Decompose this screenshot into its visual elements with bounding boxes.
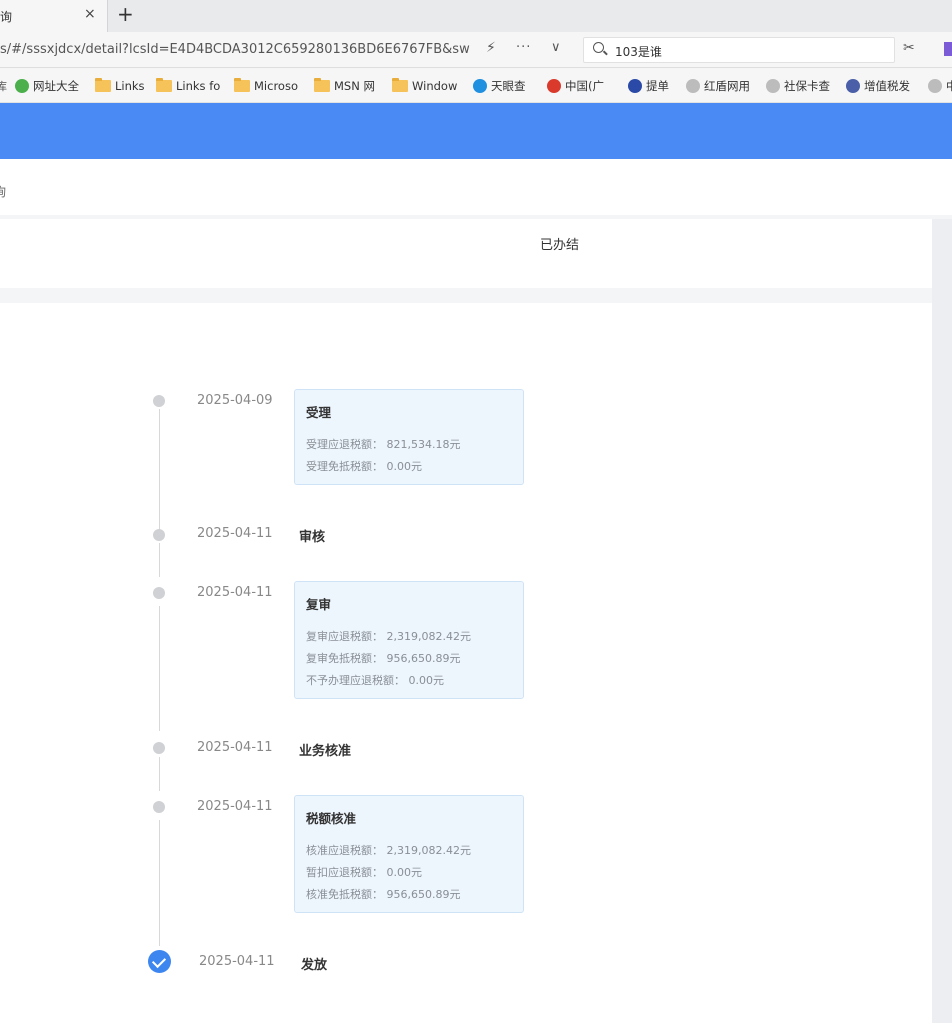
timeline-detail-card: 复审 复审应退税额： 2,319,082.42元 复审免抵税额： 956,650… xyxy=(294,581,524,699)
globe-icon xyxy=(686,79,700,93)
browser-tab-bar: 询 × + xyxy=(0,0,952,32)
bookmark-item[interactable]: Window xyxy=(392,78,462,94)
bookmark-item[interactable]: Microso xyxy=(234,78,304,94)
ship-icon xyxy=(628,79,642,93)
tianyancha-icon xyxy=(473,79,487,93)
timeline-detail-card: 受理 受理应退税额： 821,534.18元 受理免抵税额： 0.00元 xyxy=(294,389,524,485)
browser-tab[interactable]: 询 × xyxy=(0,0,108,32)
timeline-date: 2025-04-11 xyxy=(197,526,273,541)
bookmark-item[interactable]: 中 xyxy=(928,78,952,94)
folder-icon xyxy=(392,80,408,92)
timeline-dot xyxy=(153,801,165,813)
bookmark-item[interactable]: 提单 xyxy=(628,78,678,94)
search-icon xyxy=(593,42,604,53)
green-globe-icon xyxy=(15,79,29,93)
breadcrumb-item[interactable]: 询 xyxy=(0,183,6,200)
timeline-card: 2025-04-09 受理 受理应退税额： 821,534.18元 受理免抵税额… xyxy=(0,303,932,1023)
check-icon xyxy=(148,950,171,973)
timeline-detail: 受理免抵税额： 0.00元 xyxy=(306,456,513,478)
timeline-date: 2025-04-11 xyxy=(197,585,273,600)
bookmark-item[interactable]: 红盾网用 xyxy=(686,78,756,94)
timeline-dot xyxy=(153,395,165,407)
timeline-date: 2025-04-11 xyxy=(197,740,273,755)
more-icon[interactable]: ··· xyxy=(516,40,531,55)
chevron-down-icon[interactable]: ∨ xyxy=(551,40,561,55)
status-card: 已办结 xyxy=(0,219,932,288)
scrollbar-track[interactable] xyxy=(932,219,952,1023)
timeline-title: 审核 xyxy=(299,526,325,545)
timeline-date: 2025-04-09 xyxy=(197,393,273,408)
scissors-icon[interactable]: ✂ xyxy=(903,40,915,56)
tax-icon xyxy=(846,79,860,93)
timeline-detail: 不予办理应退税额： 0.00元 xyxy=(306,670,513,692)
browser-navbar: s/#/sssxjdcx/detail?lcsId=E4D4BCDA3012C6… xyxy=(0,32,952,68)
bookmark-item[interactable]: Links xyxy=(95,78,150,94)
timeline-title: 业务核准 xyxy=(299,740,351,759)
timeline-title: 复审 xyxy=(306,594,513,613)
timeline-title: 税额核准 xyxy=(306,808,513,827)
bookmark-item[interactable]: 中国(广 xyxy=(547,78,615,94)
timeline-connector xyxy=(159,543,160,577)
timeline-date: 2025-04-11 xyxy=(199,954,275,969)
emblem-icon xyxy=(547,79,561,93)
timeline-date: 2025-04-11 xyxy=(197,799,273,814)
search-text: 103是谁 xyxy=(615,43,662,60)
timeline-dot xyxy=(153,742,165,754)
bookmarks-bar: 库 网址大全 Links Links fo Microso MSN 网 Wind… xyxy=(0,69,952,103)
bookmark-item[interactable]: 天眼查 xyxy=(473,78,537,94)
address-bar[interactable]: s/#/sssxjdcx/detail?lcsId=E4D4BCDA3012C6… xyxy=(0,42,472,57)
timeline-detail: 核准免抵税额： 956,650.89元 xyxy=(306,884,513,906)
timeline-detail: 复审应退税额： 2,319,082.42元 xyxy=(306,626,513,648)
folder-icon xyxy=(314,80,330,92)
timeline-detail-card: 税额核准 核准应退税额： 2,319,082.42元 暂扣应退税额： 0.00元… xyxy=(294,795,524,913)
bookmark-item[interactable]: 增值税发 xyxy=(846,78,918,94)
timeline-connector xyxy=(159,757,160,791)
app-header xyxy=(0,103,952,159)
bookmark-item[interactable]: MSN 网 xyxy=(314,78,382,94)
folder-icon xyxy=(234,80,250,92)
timeline-connector xyxy=(159,409,160,533)
globe-icon xyxy=(766,79,780,93)
bookmark-item[interactable]: 社保卡查 xyxy=(766,78,834,94)
timeline-title: 受理 xyxy=(306,402,513,421)
timeline-title: 发放 xyxy=(301,954,327,973)
close-tab-icon[interactable]: × xyxy=(84,6,96,22)
timeline-detail: 复审免抵税额： 956,650.89元 xyxy=(306,648,513,670)
bookmark-item[interactable]: 库 xyxy=(0,78,7,94)
timeline-dot xyxy=(153,587,165,599)
timeline-detail: 暂扣应退税额： 0.00元 xyxy=(306,862,513,884)
main-content: 已办结 2025-04-09 受理 受理应退税额： 821,534.18元 受理… xyxy=(0,215,932,1023)
timeline-detail: 受理应退税额： 821,534.18元 xyxy=(306,434,513,456)
bookmark-item[interactable]: Links fo xyxy=(156,78,222,94)
timeline-connector xyxy=(159,820,160,946)
new-tab-icon[interactable]: + xyxy=(117,2,134,26)
folder-icon xyxy=(156,80,172,92)
bookmark-item[interactable]: 网址大全 xyxy=(15,78,85,94)
search-input[interactable]: 103是谁 xyxy=(583,37,895,63)
lightning-icon[interactable]: ⚡ xyxy=(486,40,496,56)
timeline-dot xyxy=(153,529,165,541)
breadcrumb: 询 xyxy=(0,159,952,215)
timeline-connector xyxy=(159,606,160,731)
extension-icon[interactable] xyxy=(944,42,952,56)
tab-title: 询 xyxy=(0,8,12,25)
timeline-detail: 核准应退税额： 2,319,082.42元 xyxy=(306,840,513,862)
globe-icon xyxy=(928,79,942,93)
folder-icon xyxy=(95,80,111,92)
status-badge: 已办结 xyxy=(540,234,579,253)
